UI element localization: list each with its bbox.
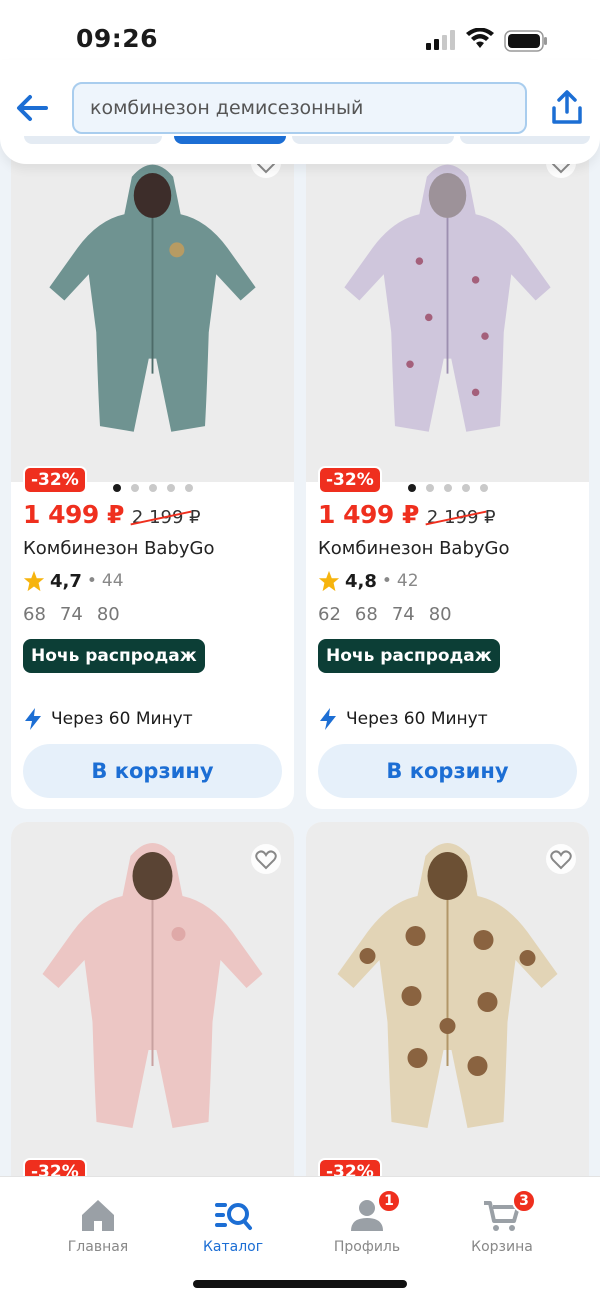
delivery-text: Через 60 Минут xyxy=(346,709,488,729)
pagination-dot xyxy=(184,484,193,492)
tab-profile[interactable]: 1 Профиль xyxy=(302,1189,432,1255)
delivery-text: Через 60 Минут xyxy=(51,709,193,729)
lightning-icon xyxy=(25,708,41,730)
tab-label: Главная xyxy=(67,1239,129,1255)
size-list: 68 74 80 xyxy=(23,604,120,625)
size-option: 68 xyxy=(354,604,378,625)
promo-badge: Ночь распродаж xyxy=(23,639,205,673)
lightning-icon xyxy=(320,708,336,730)
filter-chip[interactable] xyxy=(292,136,454,144)
delivery-info: Через 60 Минут xyxy=(23,708,193,730)
notification-badge: 1 xyxy=(377,1189,401,1213)
product-card[interactable]: -32% 1 499 ₽ 2 199 ₽ Комбинезон BabyGo 4… xyxy=(11,120,294,809)
home-icon xyxy=(78,1195,118,1235)
rating: 4,8 • 42 xyxy=(318,570,419,592)
size-option: 68 xyxy=(23,604,46,625)
pagination-dot xyxy=(425,484,434,492)
rating-separator: • xyxy=(86,571,97,591)
product-card[interactable]: -32% 1 499 ₽ 2 199 ₽ Комбинезон BabyGo 4… xyxy=(306,120,589,809)
old-price: 2 199 ₽ xyxy=(425,507,496,528)
rating-value: 4,8 xyxy=(345,570,377,592)
add-to-cart-button[interactable]: В корзину xyxy=(318,744,577,798)
search-header: комбинезон демисезонный xyxy=(0,60,600,164)
cellular-signal-icon xyxy=(426,30,455,50)
delivery-info: Через 60 Минут xyxy=(318,708,488,730)
search-input[interactable]: комбинезон демисезонный xyxy=(72,82,527,134)
filter-chip[interactable] xyxy=(460,136,590,144)
star-icon xyxy=(318,570,340,592)
product-title[interactable]: Комбинезон BabyGo xyxy=(23,538,215,559)
product-image xyxy=(344,164,551,432)
wifi-icon xyxy=(466,28,494,48)
star-icon xyxy=(23,570,45,592)
share-icon[interactable] xyxy=(550,90,584,126)
pagination-dot xyxy=(130,484,139,492)
cart-icon: 3 xyxy=(482,1189,536,1235)
filter-chips xyxy=(0,136,600,146)
size-option: 62 xyxy=(318,604,341,625)
catalog-search-icon xyxy=(213,1195,253,1235)
review-count: 42 xyxy=(396,571,419,591)
notification-badge: 3 xyxy=(512,1189,536,1213)
review-count: 44 xyxy=(101,571,124,591)
rating-value: 4,7 xyxy=(50,570,82,592)
back-arrow-icon[interactable] xyxy=(14,90,50,126)
pagination-dot xyxy=(148,484,157,492)
price-row: 1 499 ₽ 2 199 ₽ xyxy=(318,500,496,529)
filter-chip-active[interactable] xyxy=(174,136,286,144)
status-time: 09:26 xyxy=(76,24,159,53)
promo-badge: Ночь распродаж xyxy=(318,639,500,673)
tab-label: Корзина xyxy=(471,1239,533,1255)
profile-icon: 1 xyxy=(347,1189,401,1235)
price-row: 1 499 ₽ 2 199 ₽ xyxy=(23,500,201,529)
product-card[interactable]: -32% xyxy=(306,822,589,1222)
size-option: 80 xyxy=(96,604,120,625)
tab-home[interactable]: Главная xyxy=(33,1195,163,1255)
pagination-dot xyxy=(461,484,470,492)
product-image xyxy=(49,164,256,432)
current-price: 1 499 ₽ xyxy=(318,500,419,529)
tab-catalog[interactable]: Каталог xyxy=(168,1195,298,1255)
product-card[interactable]: -32% xyxy=(11,822,294,1222)
product-title[interactable]: Комбинезон BabyGo xyxy=(318,538,510,559)
pagination-dot xyxy=(479,484,488,492)
tab-label: Каталог xyxy=(202,1239,264,1255)
size-option: 80 xyxy=(428,604,452,625)
pagination-dot xyxy=(112,484,121,492)
rating-separator: • xyxy=(381,571,392,591)
product-image xyxy=(42,843,263,1128)
tab-cart[interactable]: 3 Корзина xyxy=(437,1189,567,1255)
pagination-dot xyxy=(407,484,416,492)
product-image xyxy=(337,843,558,1128)
filter-chip[interactable] xyxy=(24,136,162,144)
battery-icon xyxy=(504,30,547,52)
discount-badge: -32% xyxy=(318,466,382,494)
discount-badge: -32% xyxy=(23,466,87,494)
favorite-heart-icon[interactable] xyxy=(545,844,577,874)
current-price: 1 499 ₽ xyxy=(23,500,124,529)
add-to-cart-button[interactable]: В корзину xyxy=(23,744,282,798)
pagination-dot xyxy=(443,484,452,492)
size-list: 62 68 74 80 xyxy=(318,604,452,625)
old-price: 2 199 ₽ xyxy=(130,507,201,528)
home-indicator[interactable] xyxy=(193,1280,407,1288)
pagination-dot xyxy=(166,484,175,492)
favorite-heart-icon[interactable] xyxy=(250,844,282,874)
size-option: 74 xyxy=(391,604,415,625)
tab-label: Профиль xyxy=(333,1239,401,1255)
size-option: 74 xyxy=(59,604,83,625)
rating: 4,7 • 44 xyxy=(23,570,124,592)
